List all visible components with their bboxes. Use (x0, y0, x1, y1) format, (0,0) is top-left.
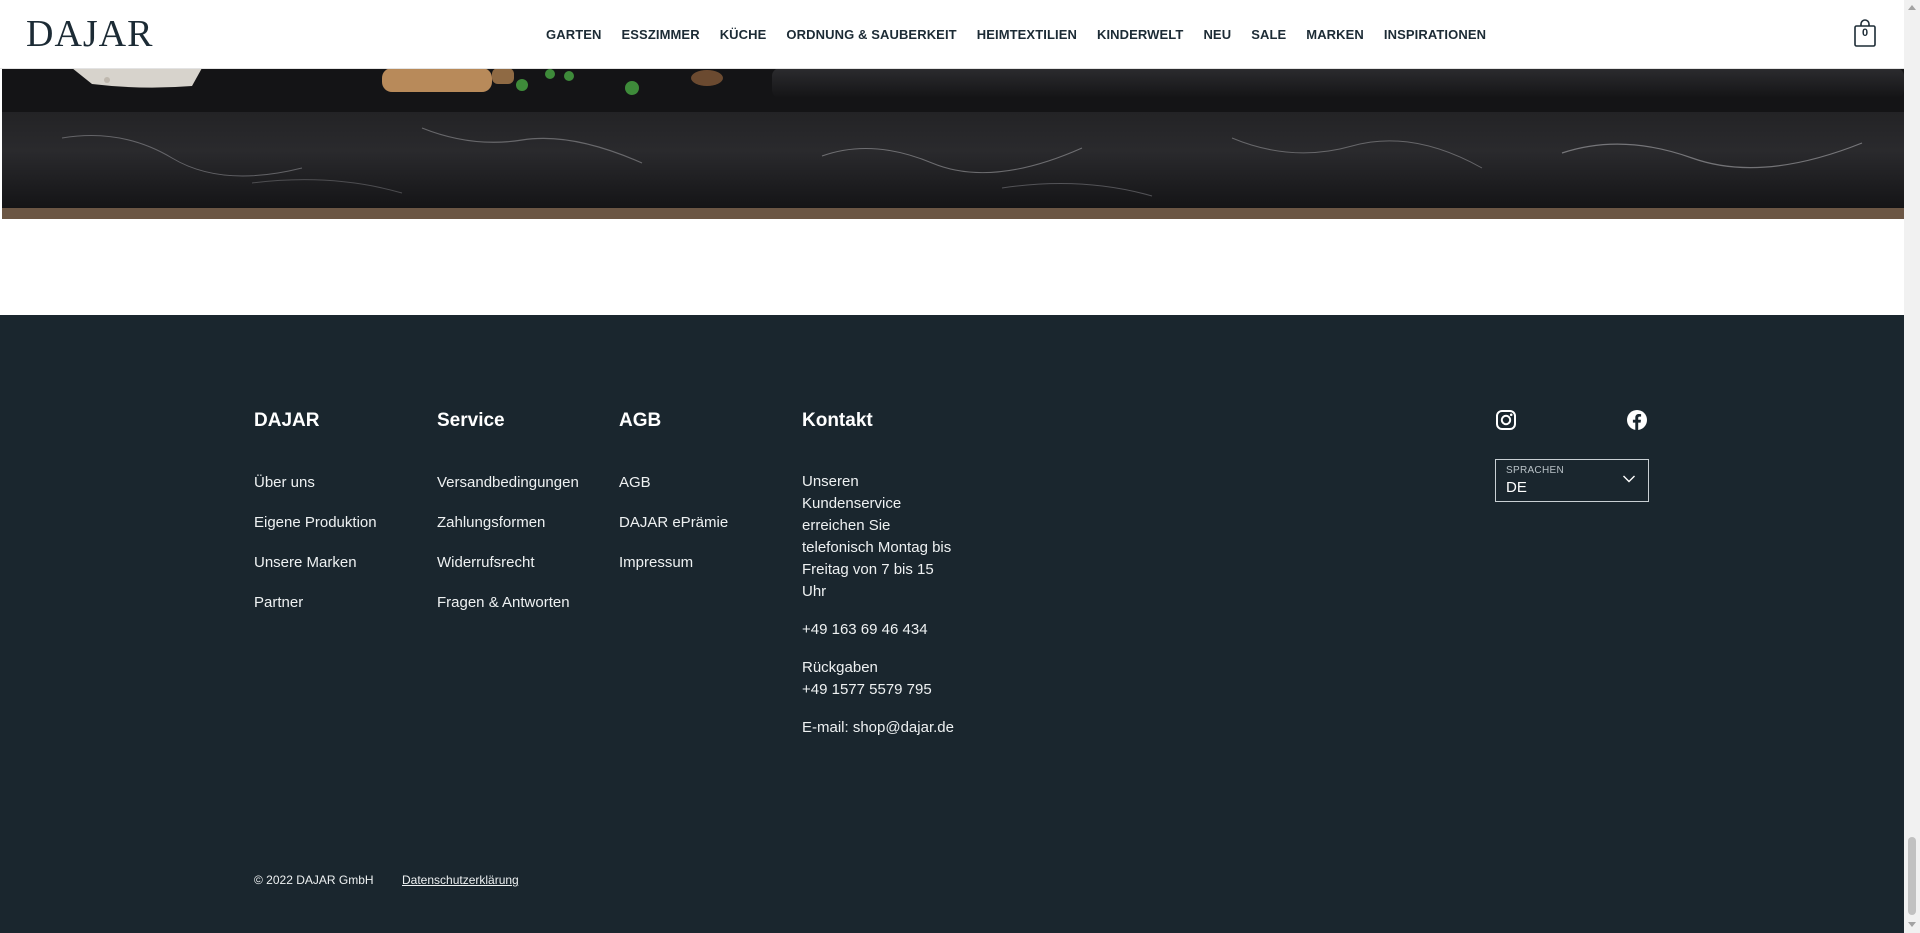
footer-column-dajar: DAJAR Über uns Eigene Produktion Unsere … (254, 409, 377, 633)
scroll-down-arrow[interactable] (1908, 922, 1916, 927)
language-select-label: SPRACHEN (1506, 465, 1564, 476)
nav-item-heimtextilien[interactable]: HEIMTEXTILIEN (977, 27, 1077, 42)
nav-item-kueche[interactable]: KÜCHE (720, 27, 767, 42)
language-select[interactable]: SPRACHEN DE (1495, 459, 1649, 502)
footer-link-impressum[interactable]: Impressum (619, 553, 728, 573)
instagram-link[interactable] (1495, 409, 1517, 436)
nav-item-ordnung[interactable]: ORDNUNG & SAUBERKEIT (786, 27, 956, 42)
cart-count: 0 (1861, 27, 1869, 39)
footer-column-agb: AGB AGB DAJAR ePrämie Impressum (619, 409, 728, 593)
footer-link-partner[interactable]: Partner (254, 593, 377, 613)
nav-item-kinderwelt[interactable]: KINDERWELT (1097, 27, 1183, 42)
copyright: © 2022 DAJAR GmbH (254, 873, 374, 887)
chevron-down-icon (1623, 475, 1635, 483)
facebook-link[interactable] (1626, 409, 1648, 436)
facebook-icon (1627, 410, 1647, 430)
footer-column-title: AGB (619, 410, 662, 431)
nav-item-marken[interactable]: MARKEN (1306, 27, 1364, 42)
footer-link-unsere-marken[interactable]: Unsere Marken (254, 553, 377, 573)
nav-item-inspirationen[interactable]: INSPIRATIONEN (1384, 27, 1486, 42)
privacy-link[interactable]: Datenschutzerklärung (402, 873, 519, 887)
footer-link-epraemie[interactable]: DAJAR ePrämie (619, 513, 728, 533)
language-select-value: DE (1506, 479, 1527, 496)
nav-item-sale[interactable]: SALE (1251, 27, 1286, 42)
cart-button[interactable]: 0 (1852, 18, 1878, 48)
footer-link-ueber-uns[interactable]: Über uns (254, 473, 377, 493)
contact-phone[interactable]: +49 163 69 46 434 (802, 619, 954, 641)
scroll-up-arrow[interactable] (1908, 5, 1916, 10)
footer-link-eigene-produktion[interactable]: Eigene Produktion (254, 513, 377, 533)
contact-returns-label: Rückgaben (802, 659, 878, 676)
footer-column-title: DAJAR (254, 410, 320, 431)
instagram-icon (1496, 410, 1516, 430)
hero-image (2, 68, 1904, 219)
nav-item-esszimmer[interactable]: ESSZIMMER (622, 27, 700, 42)
nav-item-neu[interactable]: NEU (1203, 27, 1231, 42)
site-header: DAJAR GARTEN ESSZIMMER KÜCHE ORDNUNG & S… (0, 0, 1904, 69)
footer-column-service: Service Versandbedingungen Zahlungsforme… (437, 409, 579, 633)
scroll-thumb[interactable] (1908, 837, 1916, 915)
site-footer: DAJAR Über uns Eigene Produktion Unsere … (0, 315, 1904, 933)
contact-hours: Unseren Kundenservice erreichen Sie tele… (802, 473, 952, 600)
footer-link-agb[interactable]: AGB (619, 473, 728, 493)
logo[interactable]: DAJAR (26, 12, 153, 56)
footer-link-versandbedingungen[interactable]: Versandbedingungen (437, 473, 579, 493)
footer-link-faq[interactable]: Fragen & Antworten (437, 593, 579, 613)
footer-column-title: Kontakt (802, 410, 873, 431)
footer-column-kontakt: Kontakt Unseren Kundenservice erreichen … (802, 409, 954, 755)
contact-email[interactable]: E-mail: shop@dajar.de (802, 717, 954, 739)
page-scrollbar[interactable] (1904, 0, 1920, 933)
main-nav: GARTEN ESSZIMMER KÜCHE ORDNUNG & SAUBERK… (546, 0, 1486, 68)
nav-item-garten[interactable]: GARTEN (546, 27, 602, 42)
footer-link-zahlungsformen[interactable]: Zahlungsformen (437, 513, 579, 533)
footer-link-widerrufsrecht[interactable]: Widerrufsrecht (437, 553, 579, 573)
footer-column-title: Service (437, 410, 505, 431)
contact-returns-phone[interactable]: +49 1577 5579 795 (802, 679, 954, 701)
